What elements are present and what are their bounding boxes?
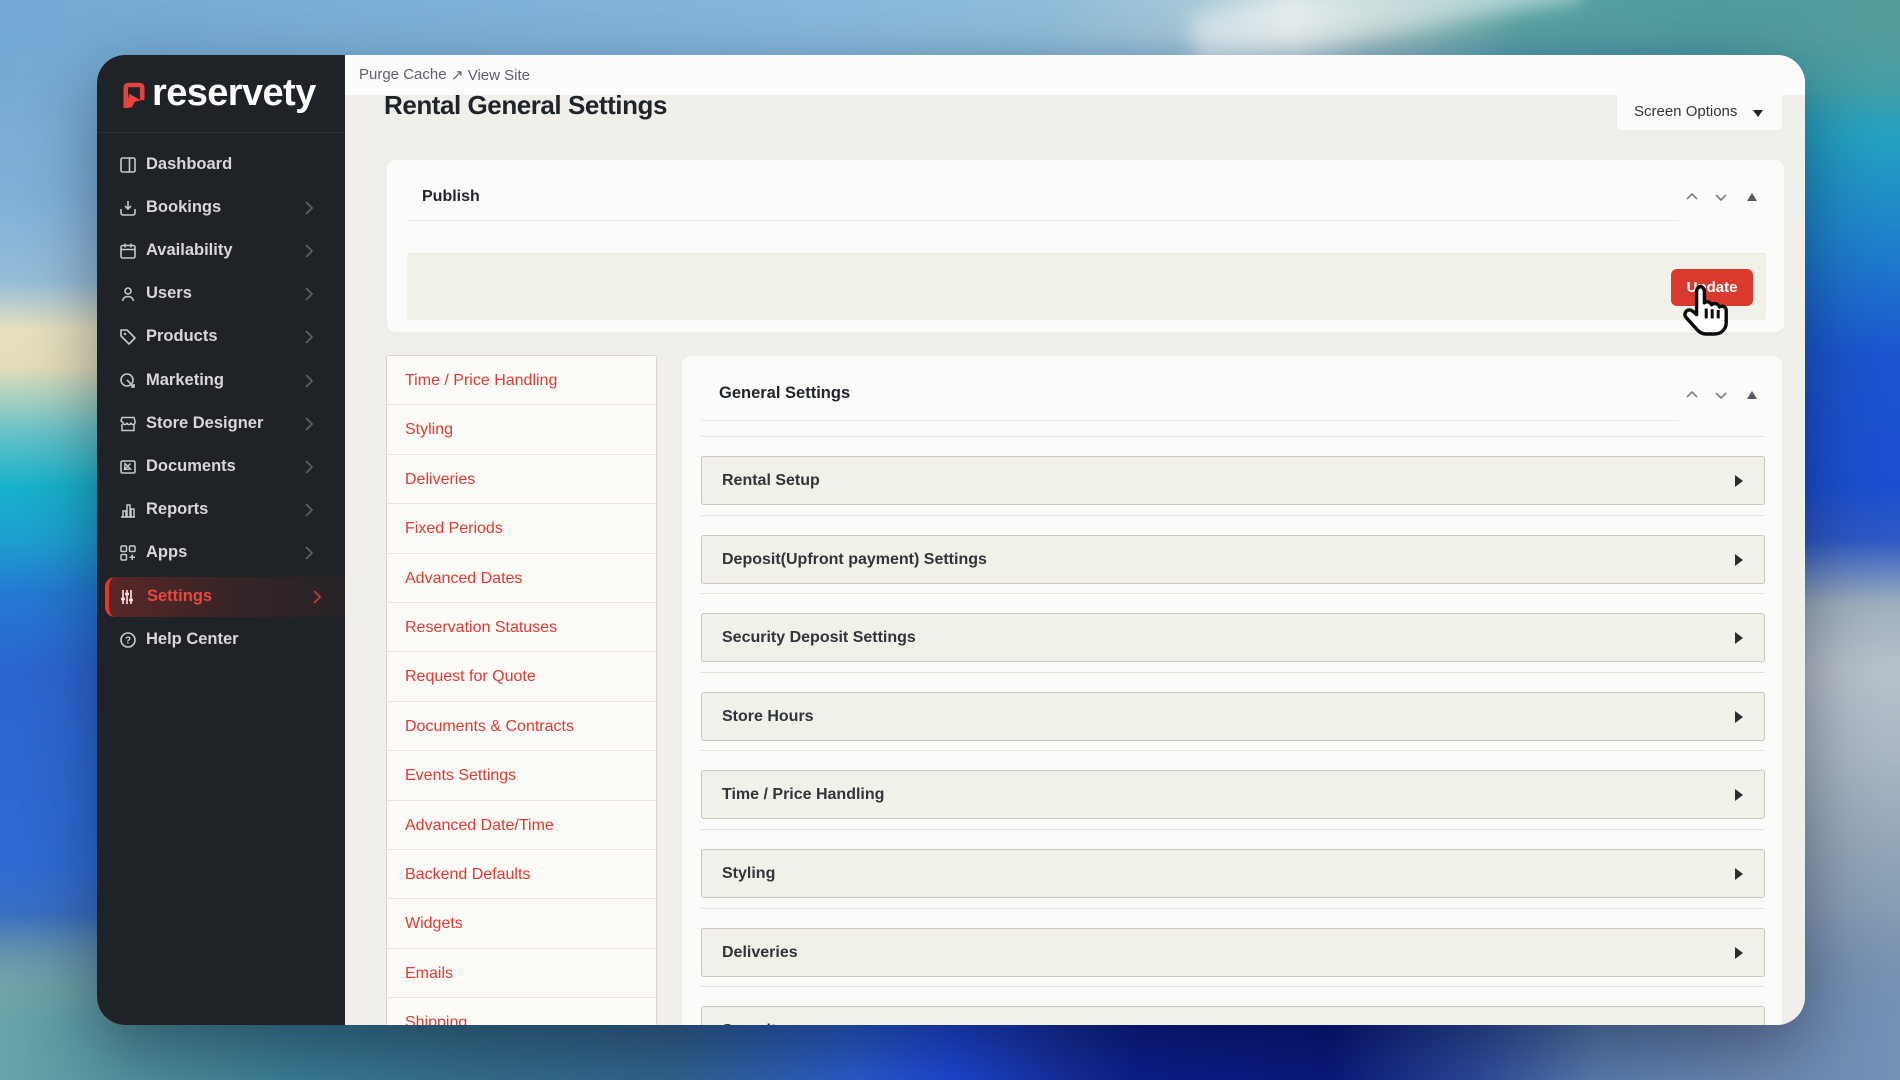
svg-text:?: ? (125, 636, 131, 647)
